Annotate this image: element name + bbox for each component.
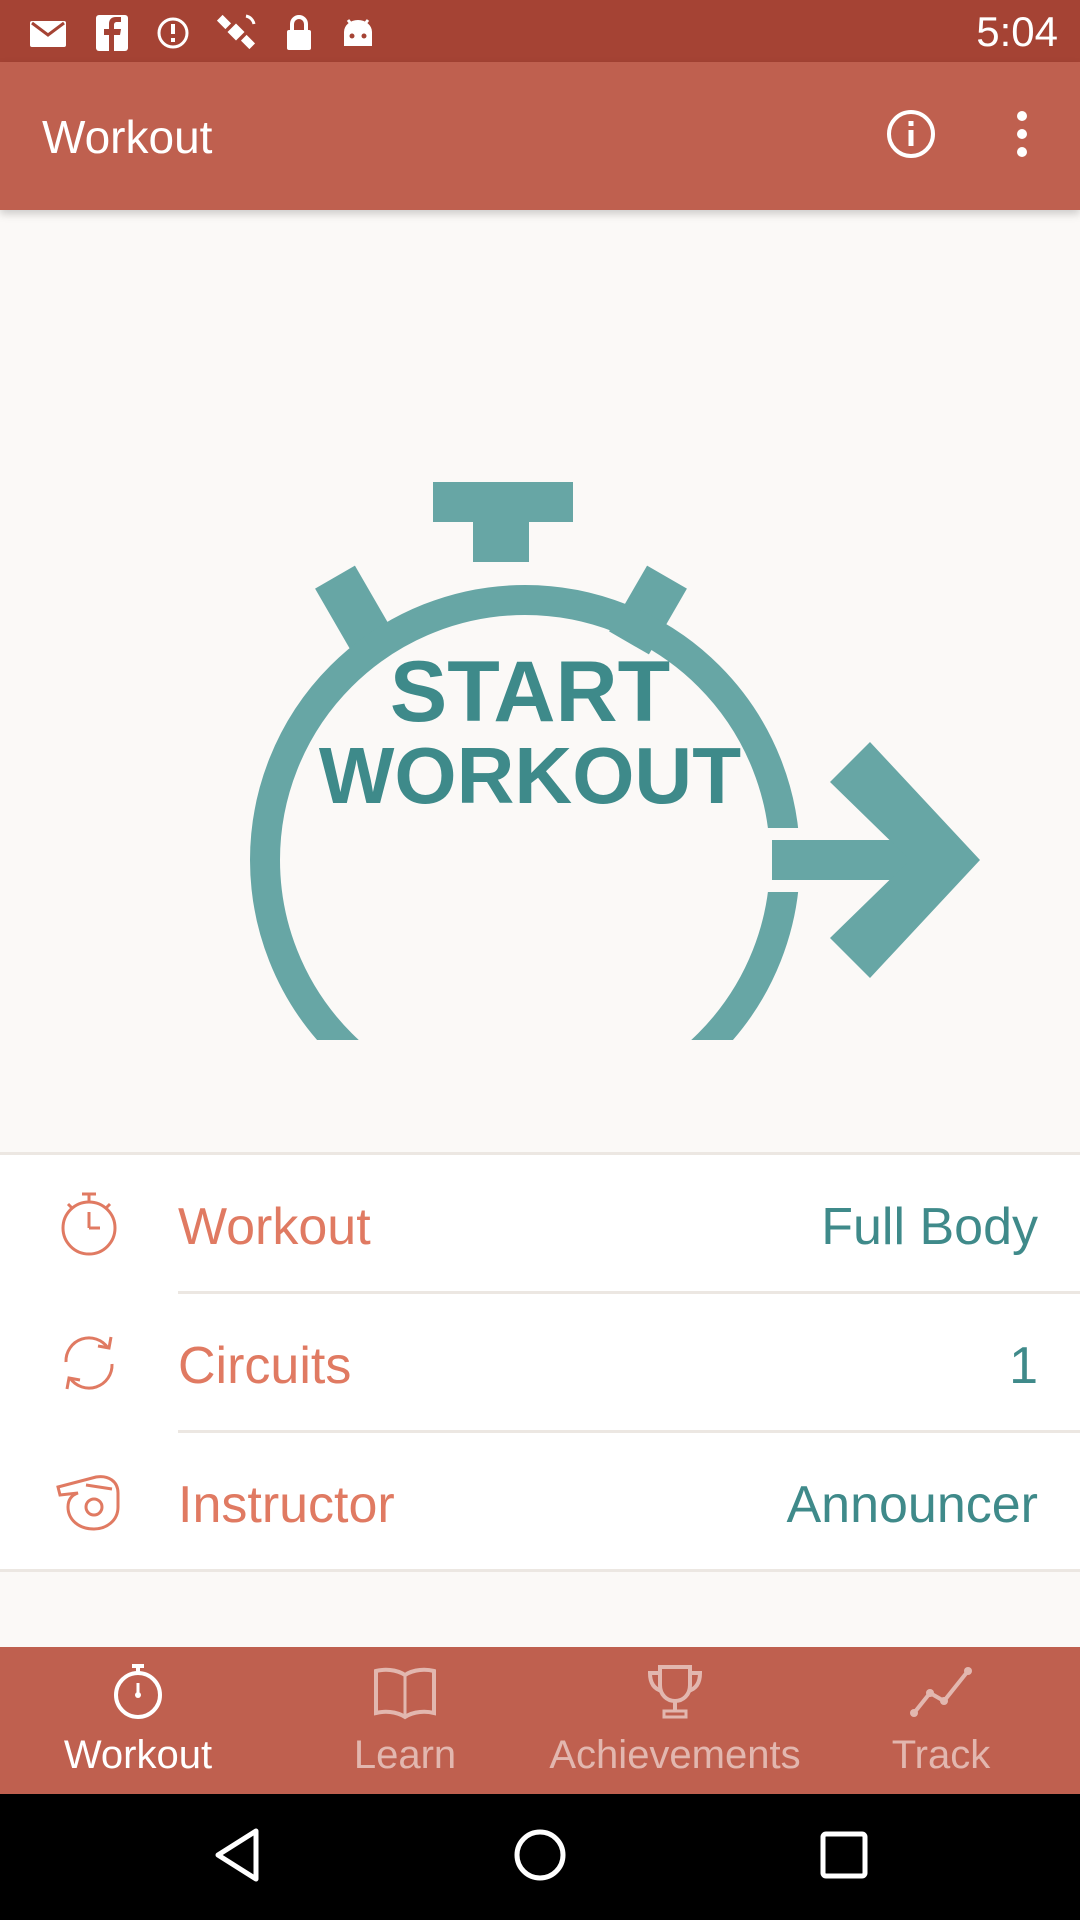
- settings-list: Workout Full Body Circuits 1 Instructor …: [0, 1152, 1080, 1572]
- book-icon: [270, 1663, 540, 1721]
- status-bar: 5:04: [0, 0, 1080, 62]
- chart-line-icon: [806, 1663, 1076, 1721]
- home-button[interactable]: [510, 1827, 570, 1887]
- start-label-line1: START: [389, 644, 671, 740]
- system-nav-bar: [0, 1794, 1080, 1920]
- nav-tab-workout[interactable]: Workout: [3, 1647, 273, 1794]
- app-bar: Workout: [0, 62, 1080, 210]
- nav-label: Workout: [63, 1733, 213, 1777]
- start-workout-label: START WORKOUT: [300, 644, 760, 820]
- page-title: Workout: [42, 111, 213, 163]
- setting-value: Full Body: [821, 1198, 1038, 1256]
- status-icons: [28, 12, 376, 54]
- trophy-icon: [540, 1663, 810, 1721]
- status-time: 5:04: [976, 8, 1058, 55]
- nav-tab-track[interactable]: Track: [806, 1647, 1076, 1794]
- info-button[interactable]: [875, 100, 947, 172]
- setting-value: 1: [1009, 1337, 1038, 1395]
- setting-label: Circuits: [178, 1337, 352, 1395]
- satellite-icon: [216, 12, 258, 54]
- stopwatch-icon: [56, 1191, 122, 1257]
- list-item-instructor[interactable]: Instructor Announcer: [0, 1433, 1080, 1572]
- back-icon: [212, 1827, 262, 1888]
- recents-button[interactable]: [814, 1827, 874, 1887]
- list-item-workout[interactable]: Workout Full Body: [0, 1155, 1080, 1294]
- mail-icon: [28, 15, 68, 51]
- setting-label: Workout: [178, 1198, 371, 1256]
- hero-area: START WORKOUT: [0, 210, 1080, 1152]
- facebook-icon: [94, 13, 130, 53]
- setting-value: Announcer: [786, 1476, 1038, 1534]
- back-button[interactable]: [207, 1827, 267, 1887]
- more-vert-icon: [1012, 108, 1032, 165]
- nav-label: Learn: [353, 1733, 457, 1777]
- nav-tab-achievements[interactable]: Achievements: [540, 1647, 810, 1794]
- lock-icon: [284, 14, 314, 52]
- start-label-line2: WORKOUT: [318, 731, 742, 820]
- whistle-icon: [56, 1469, 122, 1535]
- nav-label: Track: [891, 1733, 991, 1777]
- nav-tab-learn[interactable]: Learn: [270, 1647, 540, 1794]
- nav-label: Achievements: [549, 1733, 801, 1777]
- list-item-circuits[interactable]: Circuits 1: [0, 1294, 1080, 1433]
- refresh-icon: [56, 1330, 122, 1396]
- bottom-nav: Workout Learn Achievements Track: [0, 1647, 1080, 1794]
- info-icon: [885, 108, 937, 165]
- stopwatch-icon: [3, 1663, 273, 1721]
- setting-label: Instructor: [178, 1476, 395, 1534]
- recents-icon: [819, 1830, 869, 1885]
- android-icon: [340, 16, 376, 50]
- fake-gps-icon: [156, 16, 190, 50]
- home-icon: [512, 1827, 568, 1888]
- more-options-button[interactable]: [986, 100, 1058, 172]
